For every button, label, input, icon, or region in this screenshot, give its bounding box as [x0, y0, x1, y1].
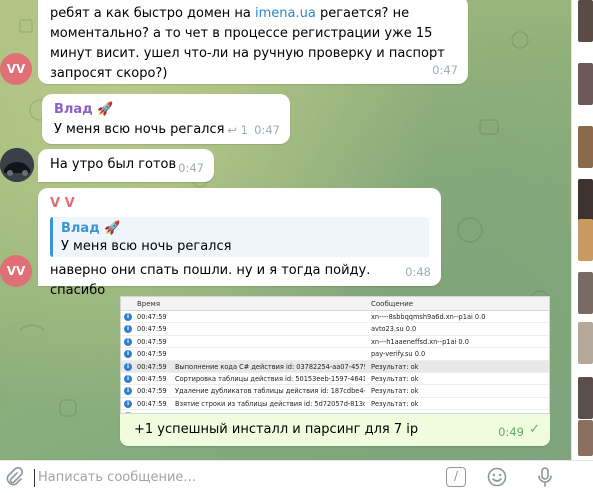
quote-sender: Влад 🚀: [61, 221, 121, 236]
avatar-initials: VV: [6, 264, 26, 278]
log-row[interactable]: i 00:47:59 Сортировка таблицы действия id:…: [121, 373, 549, 386]
log-time: 00:47:59: [137, 350, 167, 359]
log-result: Результат: ok: [371, 387, 419, 396]
log-result: Результат: ok: [371, 399, 419, 408]
avatar-initials: VV: [6, 62, 26, 76]
message-time: 0:48: [405, 265, 431, 279]
info-icon: i: [124, 337, 132, 346]
col-time-header: Время: [137, 300, 161, 308]
log-time: 00:47:59: [137, 337, 167, 346]
info-icon: i: [124, 387, 132, 396]
composer-bar: Написать сообщение... /: [0, 460, 593, 493]
attached-screenshot[interactable]: Время Сообщение i 00:47:59 xn----8sbbqqmsh…: [120, 296, 550, 414]
log-time: 00:47:59: [137, 387, 167, 396]
info-icon: i: [124, 325, 132, 334]
log-row[interactable]: i 00:47:59 xn----8sbbqqmsh9a6d.xn--p1ai 0.…: [121, 311, 549, 324]
reply-quote[interactable]: Влад 🚀 У меня всю ночь регался: [50, 217, 429, 257]
message-bubble[interactable]: Влад 🚀 У меня всю ночь регался ↩ 1 0:47: [42, 94, 290, 144]
reply-count: 1: [240, 123, 248, 137]
message-bubble[interactable]: На утро был готов 0:47: [38, 149, 214, 182]
media-thumbnail[interactable]: [578, 219, 593, 261]
avatar[interactable]: VV: [0, 53, 32, 85]
sender-name[interactable]: V V: [50, 194, 429, 214]
log-row[interactable]: i 00:47:59 avto23.su 0.0: [121, 323, 549, 336]
replies-indicator[interactable]: ↩ 1: [227, 120, 248, 140]
media-thumbnail[interactable]: [578, 377, 593, 419]
log-result: pay-verify.su 0.0: [371, 350, 426, 359]
log-action: Взятие строки из таблицы действия id: 5d…: [175, 399, 365, 408]
log-action: Удаление дубликатов таблицы действия id:…: [175, 387, 365, 396]
message-time: 0:47: [432, 63, 458, 77]
domain-link[interactable]: imena.ua: [255, 6, 316, 21]
info-icon: i: [124, 362, 132, 371]
emoji-icon[interactable]: [487, 467, 507, 487]
media-thumbnail[interactable]: [578, 420, 593, 456]
log-time: 00:47:59: [137, 325, 167, 334]
media-thumbnail[interactable]: [578, 0, 593, 42]
quote-text: У меня всю ночь регался: [61, 239, 232, 254]
log-time: 00:47:59: [137, 399, 167, 408]
reply-icon: ↩: [227, 123, 238, 137]
log-time: 00:47:59: [137, 362, 167, 371]
avatar[interactable]: [0, 148, 34, 182]
read-check-icon: ✓: [529, 422, 540, 437]
log-result: Результат: ok: [371, 374, 419, 383]
log-action: Сортировка таблицы действия id: 50153eeb…: [175, 374, 365, 383]
media-thumbnail[interactable]: [578, 63, 593, 105]
message-caption: +1 успешный инсталл и парсинг для 7 ip: [134, 422, 419, 437]
info-icon: i: [124, 399, 132, 408]
log-result: avto23.su 0.0: [371, 325, 417, 334]
info-icon: i: [124, 313, 132, 321]
microphone-icon[interactable]: [535, 466, 555, 488]
col-message-header: Сообщение: [371, 300, 414, 308]
media-thumbnail[interactable]: [578, 272, 593, 314]
log-row[interactable]: i 00:47:59 pay-verify.su 0.0: [121, 348, 549, 361]
log-row[interactable]: i 00:47:59 xn---h1aaeneffsd.xn--p1ai 0.0: [121, 336, 549, 349]
message-bubble[interactable]: V V Влад 🚀 У меня всю ночь регался навер…: [38, 188, 441, 298]
log-action: Выполнение кода C# действия id: 03782254…: [175, 362, 365, 371]
info-icon: i: [124, 350, 132, 359]
message-text: наверно они спать пошли. ну и я тогда по…: [50, 263, 371, 298]
sender-name[interactable]: Влад 🚀: [54, 100, 278, 120]
message-input[interactable]: Написать сообщение...: [34, 469, 196, 487]
avatar[interactable]: VV: [0, 255, 32, 287]
log-row[interactable]: i 00:47:59 Взятие строки из таблицы действ…: [121, 398, 549, 411]
log-result: Результат: ok: [371, 362, 419, 371]
log-time: 00:47:59: [137, 313, 167, 321]
info-icon: i: [124, 374, 132, 383]
media-thumbnail[interactable]: [578, 179, 593, 221]
message-time: 0:47: [254, 123, 280, 137]
message-time: 0:47: [178, 161, 204, 175]
log-row[interactable]: i 00:47:59 Выполнение кода C# действия id:…: [121, 360, 549, 373]
commands-icon[interactable]: /: [446, 467, 466, 487]
media-thumbnail[interactable]: [578, 126, 593, 168]
log-result: xn----8sbbqqmsh9a6d.xn--p1ai 0.0: [371, 313, 486, 321]
log-table-header: Время Сообщение: [121, 297, 549, 311]
log-table-body: i 00:47:59 xn----8sbbqqmsh9a6d.xn--p1ai 0.…: [121, 311, 549, 413]
log-row[interactable]: i 00:47:59 Удаление дубликатов таблицы дей…: [121, 385, 549, 398]
message-bubble[interactable]: +1 успешный инсталл и парсинг для 7 ip 0…: [120, 414, 550, 446]
log-time: 00:47:59: [137, 374, 167, 383]
car-avatar-icon: [0, 148, 34, 182]
media-thumbnail[interactable]: [578, 322, 593, 364]
message-time: 0:49: [498, 425, 524, 439]
message-text: ребят а как быстро домен на imena.ua рег…: [50, 6, 445, 81]
attach-icon[interactable]: [4, 467, 24, 487]
message-bubble[interactable]: ребят а как быстро домен на imena.ua рег…: [38, 0, 468, 84]
log-result: xn---h1aaeneffsd.xn--p1ai 0.0: [371, 337, 469, 346]
